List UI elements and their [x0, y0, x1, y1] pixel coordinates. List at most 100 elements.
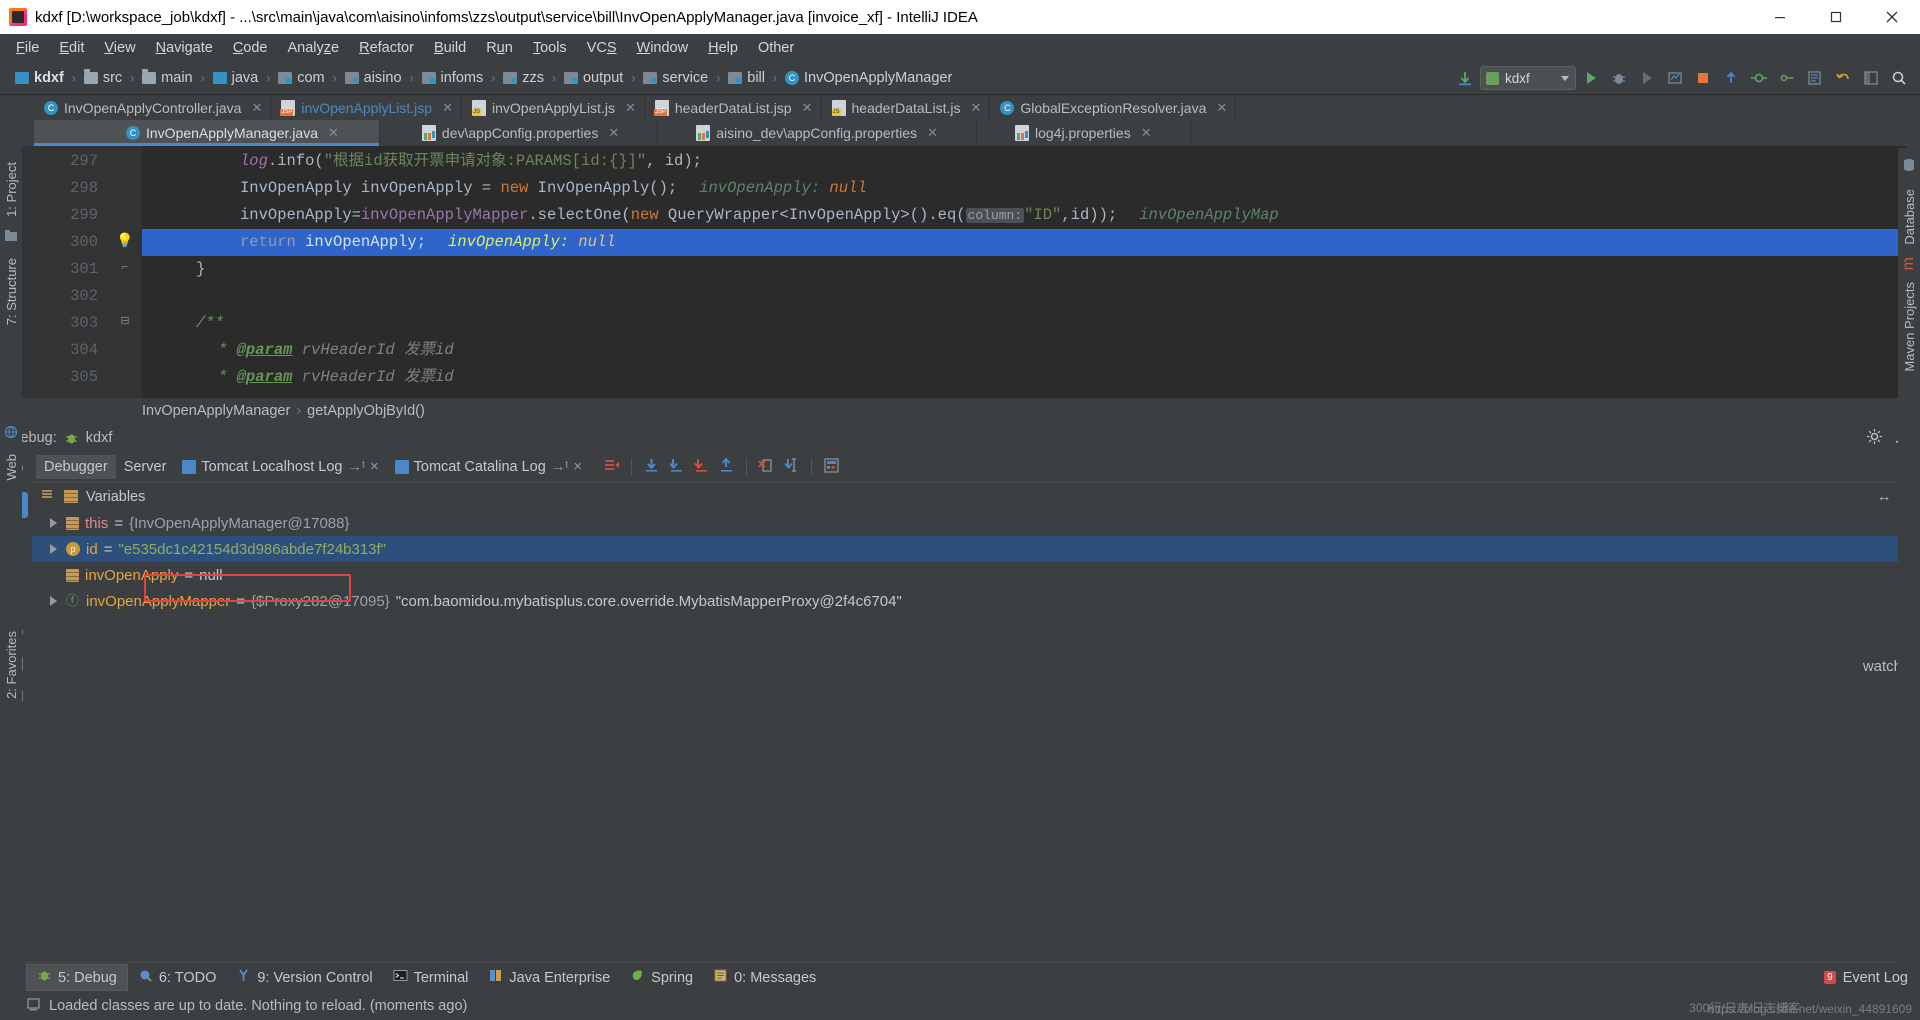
- tab-invOpenApplyList-jsp[interactable]: invOpenApplyList.jsp ✕: [271, 95, 462, 120]
- tab-invOpenApplyList-js[interactable]: invOpenApplyList.js ✕: [462, 95, 645, 120]
- menu-help[interactable]: Help: [698, 37, 748, 59]
- close-icon[interactable]: ✕: [251, 100, 262, 116]
- sidebar-item-project[interactable]: 1: Project: [4, 162, 19, 217]
- settings-gear-icon[interactable]: [1866, 428, 1883, 449]
- breadcrumb-method-name[interactable]: getApplyObjById(): [307, 403, 425, 419]
- close-icon[interactable]: ✕: [625, 100, 636, 116]
- breadcrumb-main[interactable]: main: [135, 69, 199, 87]
- breadcrumb-com[interactable]: com: [271, 69, 331, 87]
- close-icon[interactable]: ×: [574, 459, 582, 475]
- variable-row-id[interactable]: p id = "e535dc1c42154d3d986abde7f24b313f…: [32, 536, 1920, 562]
- vcs-history-icon[interactable]: [1802, 65, 1828, 91]
- menu-refactor[interactable]: Refactor: [349, 37, 424, 59]
- tab-dev-appConfig-properties[interactable]: dev\appConfig.properties ✕: [380, 120, 658, 146]
- intention-bulb-icon[interactable]: 💡: [108, 227, 142, 254]
- close-icon[interactable]: ✕: [1216, 100, 1227, 116]
- close-icon[interactable]: ✕: [608, 125, 619, 141]
- breadcrumb-class[interactable]: C InvOpenApplyManager: [778, 69, 959, 87]
- editor-fold-column[interactable]: 💡 ⌐ ⊟: [108, 146, 142, 398]
- run-configuration-selector[interactable]: kdxf: [1480, 66, 1576, 90]
- event-log-label[interactable]: Event Log: [1843, 970, 1908, 986]
- profiler-button[interactable]: [1662, 65, 1688, 91]
- breadcrumb-bill[interactable]: bill: [721, 69, 772, 87]
- menu-tools[interactable]: Tools: [523, 37, 577, 59]
- pin-icon[interactable]: →ᵗ: [551, 459, 569, 475]
- menu-other[interactable]: Other: [748, 37, 804, 59]
- collapse-pane-icon[interactable]: ↔: [1877, 489, 1892, 505]
- menu-analyze[interactable]: Analyze: [278, 37, 350, 59]
- tab-tomcat-localhost-log[interactable]: Tomcat Localhost Log →ᵗ ×: [174, 455, 386, 479]
- close-icon[interactable]: ×: [370, 459, 378, 475]
- debug-button[interactable]: [1606, 65, 1632, 91]
- tab-GlobalExceptionResolver-java[interactable]: C GlobalExceptionResolver.java ✕: [990, 95, 1236, 120]
- tab-headerDataList-js[interactable]: headerDataList.js ✕: [822, 95, 991, 120]
- bottom-tab-debug[interactable]: 5: Debug: [26, 964, 128, 991]
- menu-window[interactable]: Window: [627, 37, 699, 59]
- database-icon[interactable]: [1902, 158, 1916, 177]
- tab-tomcat-catalina-log[interactable]: Tomcat Catalina Log →ᵗ ×: [387, 455, 590, 479]
- close-icon[interactable]: ✕: [328, 125, 339, 141]
- breadcrumb-output[interactable]: output: [557, 69, 630, 87]
- close-icon[interactable]: ✕: [927, 125, 938, 141]
- bottom-tab-version-control[interactable]: 9: Version Control: [226, 965, 382, 990]
- breadcrumb-src[interactable]: src: [77, 69, 129, 87]
- frames-toggle-icon[interactable]: [40, 487, 56, 507]
- git-update-icon[interactable]: [1452, 65, 1478, 91]
- menu-file[interactable]: File: [6, 37, 49, 59]
- close-icon[interactable]: ✕: [442, 100, 453, 116]
- tab-InvOpenApplyManager-java[interactable]: C InvOpenApplyManager.java ✕: [34, 120, 380, 146]
- layout-icon[interactable]: [1858, 65, 1884, 91]
- vcs-update-icon[interactable]: [1718, 65, 1744, 91]
- vcs-commit-icon[interactable]: [1746, 65, 1772, 91]
- menu-edit[interactable]: Edit: [49, 37, 94, 59]
- event-log-area[interactable]: 9 Event Log: [1824, 970, 1920, 986]
- close-icon[interactable]: ✕: [1141, 125, 1152, 141]
- sidebar-item-maven[interactable]: Maven Projects: [1902, 282, 1917, 372]
- web-icon[interactable]: [4, 425, 18, 444]
- menu-view[interactable]: View: [94, 37, 145, 59]
- run-button[interactable]: [1578, 65, 1604, 91]
- breadcrumb-zzs[interactable]: zzs: [496, 69, 551, 87]
- step-over-icon[interactable]: [642, 456, 661, 479]
- fold-start-marker[interactable]: ⊟: [108, 308, 142, 335]
- close-button[interactable]: [1864, 0, 1920, 34]
- fold-end-marker[interactable]: ⌐: [108, 254, 142, 281]
- menu-code[interactable]: Code: [223, 37, 278, 59]
- variables-tree[interactable]: this = {InvOpenApplyManager@17088} p id …: [32, 510, 1920, 962]
- close-icon[interactable]: ✕: [802, 100, 813, 116]
- pin-icon[interactable]: →ᵗ: [347, 459, 365, 475]
- show-execution-point-icon[interactable]: [602, 456, 621, 479]
- breadcrumb-service[interactable]: service: [636, 69, 715, 87]
- sidebar-item-m[interactable]: m: [1900, 257, 1918, 270]
- vcs-push-icon[interactable]: [1774, 65, 1800, 91]
- run-with-coverage-button[interactable]: [1634, 65, 1660, 91]
- variable-row-this[interactable]: this = {InvOpenApplyManager@17088}: [32, 510, 1920, 536]
- maximize-button[interactable]: [1808, 0, 1864, 34]
- menu-vcs[interactable]: VCS: [577, 37, 627, 59]
- tab-debugger[interactable]: Debugger: [36, 455, 116, 479]
- menu-navigate[interactable]: Navigate: [146, 37, 223, 59]
- drop-frame-icon[interactable]: [757, 456, 776, 479]
- code-editor[interactable]: ✓ 297 298 299 300 301 302 303 304 305 💡 …: [0, 146, 1920, 398]
- tab-headerDataList-jsp[interactable]: headerDataList.jsp ✕: [645, 95, 822, 120]
- expand-arrow-icon[interactable]: [50, 518, 57, 528]
- expand-arrow-icon[interactable]: [50, 596, 57, 606]
- sidebar-item-web[interactable]: Web: [4, 454, 19, 481]
- undo-icon[interactable]: [1830, 65, 1856, 91]
- bottom-tab-spring[interactable]: Spring: [620, 965, 703, 990]
- tab-aisino-dev-appConfig-properties[interactable]: aisino_dev\appConfig.properties ✕: [658, 120, 977, 146]
- tab-server[interactable]: Server: [116, 455, 175, 479]
- run-to-cursor-icon[interactable]: [782, 456, 801, 479]
- bottom-tab-todo[interactable]: 6: TODO: [128, 965, 226, 990]
- close-icon[interactable]: ✕: [970, 100, 981, 116]
- tab-InvOpenApplyController-java[interactable]: C InvOpenApplyController.java ✕: [34, 95, 271, 120]
- editor-code-text[interactable]: log.info("根据id获取开票申请对象:PARAMS[id:{}]", i…: [142, 146, 1920, 398]
- search-icon[interactable]: [1886, 65, 1912, 91]
- minimize-button[interactable]: [1752, 0, 1808, 34]
- expand-arrow-icon[interactable]: [50, 544, 57, 554]
- sidebar-item-structure[interactable]: 7: Structure: [4, 258, 19, 325]
- bottom-tab-java-enterprise[interactable]: Java Enterprise: [478, 965, 620, 990]
- menu-build[interactable]: Build: [424, 37, 476, 59]
- breadcrumb-class-name[interactable]: InvOpenApplyManager: [142, 403, 290, 419]
- sidebar-item-database[interactable]: Database: [1902, 189, 1917, 245]
